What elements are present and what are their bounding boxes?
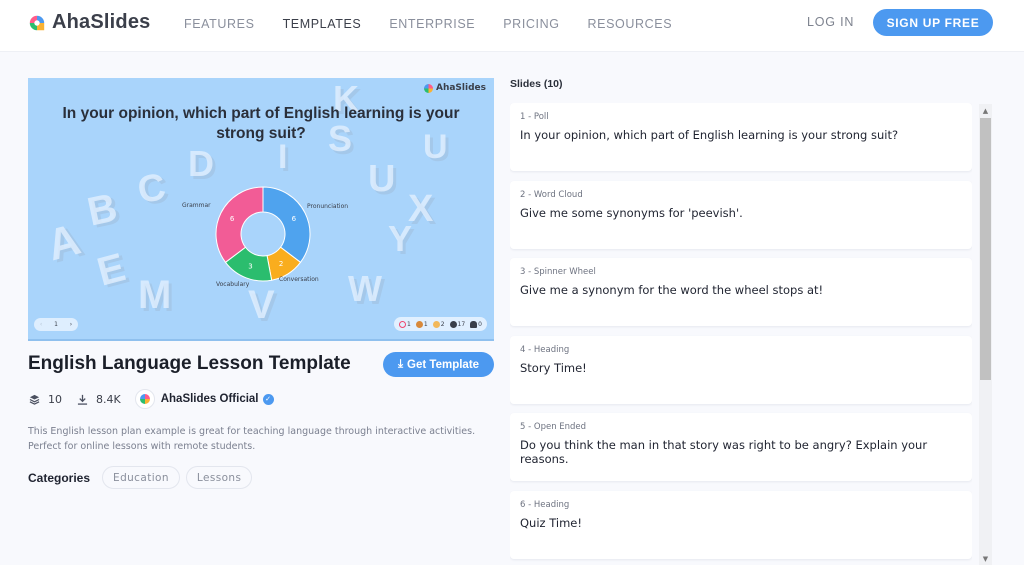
label-pronunciation: Pronunciation: [307, 203, 349, 210]
slide-kind: 6 - Heading: [520, 499, 570, 510]
logo-icon: [423, 83, 433, 93]
download-icon: [76, 393, 88, 405]
slide-kind: 2 - Word Cloud: [520, 189, 583, 200]
preview-brand: AhaSlides: [423, 83, 486, 93]
bg-letter: A: [42, 214, 86, 271]
slice-value-label: 6: [292, 215, 297, 223]
categories: Categories Education Lessons: [28, 466, 253, 489]
download-icon: ⤓: [397, 358, 404, 370]
page-number: 1: [54, 321, 58, 328]
scroll-down-arrow-icon[interactable]: ▼: [979, 552, 992, 565]
downloads-count: 8.4K: [96, 392, 121, 406]
slides-list: 1 - Poll In your opinion, which part of …: [510, 103, 972, 565]
reaction-audience: 0: [470, 320, 482, 328]
nav-enterprise[interactable]: ENTERPRISE: [389, 17, 475, 31]
nav-resources[interactable]: RESOURCES: [588, 17, 673, 31]
wow-icon: [432, 320, 440, 328]
category-chip[interactable]: Lessons: [185, 466, 253, 489]
reaction-count: 17: [457, 320, 466, 328]
prev-slide-button[interactable]: ‹: [40, 321, 42, 328]
next-slide-button[interactable]: ›: [70, 321, 72, 328]
slides-count: 10: [48, 392, 62, 406]
slide-item[interactable]: 2 - Word Cloud Give me some synonyms for…: [510, 180, 972, 249]
slide-pager: ‹ 1 ›: [34, 318, 78, 331]
preview-brand-name: AhaSlides: [435, 83, 486, 93]
slide-kind: 1 - Poll: [520, 112, 549, 122]
slide-kind: 3 - Spinner Wheel: [520, 267, 596, 277]
slide-text: In your opinion, which part of English l…: [520, 128, 899, 142]
donut-slice-grammar: [215, 186, 264, 264]
get-template-label: Get Template: [407, 358, 480, 371]
bg-letter: B: [83, 185, 122, 235]
reaction-count: 0: [478, 320, 482, 328]
slice-value-label: 2: [279, 260, 283, 268]
slide-item[interactable]: 5 - Open Ended Do you think the man in t…: [510, 413, 972, 481]
scroll-up-arrow-icon[interactable]: ▲: [979, 104, 992, 117]
logo-icon: [29, 15, 45, 30]
reaction-wow: 2: [432, 320, 445, 328]
donut-chart: 6236 Grammar Pronunciation Conversation …: [178, 178, 348, 298]
label-grammar: Grammar: [182, 202, 211, 209]
category-chip[interactable]: Education: [102, 466, 180, 489]
brand-logo[interactable]: AhaSlides: [28, 11, 151, 34]
site-header: AhaSlides FEATURES TEMPLATES ENTERPRISE …: [0, 0, 1024, 52]
scrollbar-thumb[interactable]: [980, 118, 991, 380]
template-meta: 10 8.4K AhaSlides Official ✓: [28, 389, 274, 409]
bg-letter: E: [92, 245, 130, 295]
audience-icon: [470, 320, 478, 328]
bg-letter: U: [368, 158, 396, 200]
author-name[interactable]: AhaSlides Official: [161, 393, 259, 405]
nav-pricing[interactable]: PRICING: [503, 17, 559, 31]
main-nav: FEATURES TEMPLATES ENTERPRISE PRICING RE…: [184, 17, 672, 31]
laugh-icon: [415, 320, 423, 328]
slide-text: Give me a synonym for the word the wheel…: [520, 283, 824, 297]
reaction-laugh: 1: [415, 320, 428, 328]
bg-letter: Y: [388, 218, 413, 259]
reaction-responses: 17: [449, 320, 466, 328]
get-template-button[interactable]: ⤓ Get Template: [383, 352, 494, 377]
slice-value-label: 3: [248, 263, 252, 271]
heart-icon: [399, 320, 407, 328]
donut-slice-pronunciation: [262, 186, 311, 264]
slide-text: Do you think the man in that story was r…: [520, 438, 928, 466]
slide-text: Story Time!: [520, 360, 587, 375]
slice-value-label: 6: [230, 215, 235, 223]
reaction-count: 1: [423, 320, 428, 328]
signup-button[interactable]: SIGN UP FREE: [873, 9, 993, 36]
template-description: This English lesson plan example is grea…: [28, 426, 476, 452]
responses-icon: [449, 320, 457, 328]
slide-text: Quiz Time!: [520, 515, 582, 530]
slide-kind: 4 - Heading: [520, 344, 570, 355]
slide-preview[interactable]: A B C D E M I S U X Y U V K W AhaSlides …: [28, 78, 494, 341]
reaction-heart: 1: [399, 320, 411, 328]
preview-question: In your opinion, which part of English l…: [62, 105, 460, 142]
layers-icon: [28, 393, 40, 405]
reaction-count: 2: [440, 320, 445, 328]
categories-label: Categories: [28, 470, 91, 485]
author-avatar[interactable]: [134, 389, 155, 409]
slide-kind: 5 - Open Ended: [520, 422, 587, 432]
bg-letter: W: [348, 268, 382, 309]
bg-letter: C: [134, 165, 169, 213]
slide-item[interactable]: 1 - Poll In your opinion, which part of …: [510, 103, 972, 171]
nav-features[interactable]: FEATURES: [184, 17, 255, 31]
label-conversation: Conversation: [279, 276, 319, 283]
slide-text: Give me some synonyms for 'peevish'.: [520, 205, 743, 220]
template-title: English Language Lesson Template: [28, 353, 351, 374]
slide-item[interactable]: 6 - Heading Quiz Time!: [510, 490, 972, 559]
nav-templates[interactable]: TEMPLATES: [283, 17, 362, 31]
verified-badge-icon: ✓: [262, 393, 274, 405]
login-link[interactable]: LOG IN: [807, 15, 854, 29]
slides-scrollbar[interactable]: ▲ ▼: [979, 104, 992, 565]
brand-name: AhaSlides: [52, 11, 151, 33]
slide-item[interactable]: 4 - Heading Story Time!: [510, 335, 972, 404]
donut-svg: 6 2 3 6: [215, 186, 311, 282]
slide-item[interactable]: 3 - Spinner Wheel Give me a synonym for …: [510, 258, 972, 326]
bg-letter: M: [138, 273, 172, 317]
slides-heading: Slides (10): [510, 78, 563, 90]
reaction-count: 1: [407, 320, 411, 328]
reactions-bar: 1 1 2 17 0: [394, 317, 487, 331]
label-vocabulary: Vocabulary: [216, 281, 250, 288]
logo-icon: [139, 394, 150, 404]
